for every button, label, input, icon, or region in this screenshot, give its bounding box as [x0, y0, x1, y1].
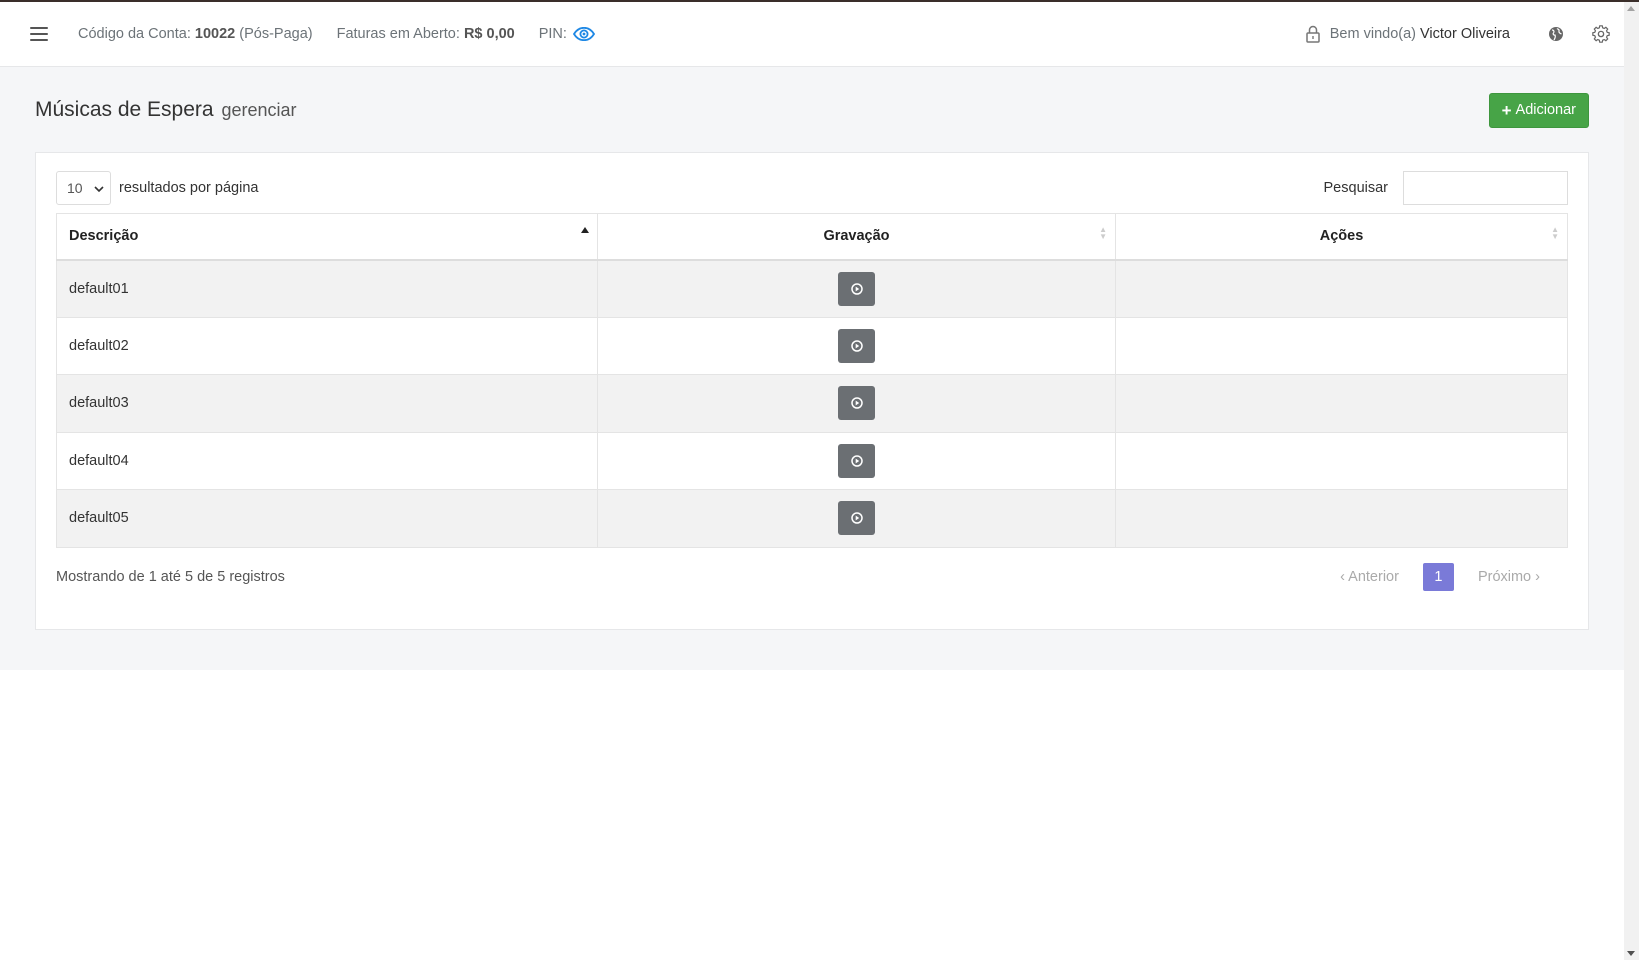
plus-icon: + [1501, 100, 1512, 120]
add-button-label: Adicionar [1515, 102, 1576, 118]
column-header-descricao[interactable]: Descrição [56, 213, 598, 261]
table-row: default03 [56, 374, 1568, 433]
column-header-acoes[interactable]: Ações ▲ ▼ [1115, 213, 1568, 261]
play-button[interactable] [838, 328, 875, 363]
navbar-right: Bem vindo(a) Victor Oliveira [1306, 2, 1624, 66]
play-icon [850, 340, 863, 352]
cell-descricao: default03 [56, 374, 598, 433]
play-icon [850, 512, 863, 524]
invoices-value: R$ 0,00 [463, 26, 515, 42]
play-icon [850, 397, 863, 409]
lock-icon [1306, 25, 1320, 43]
column-header-gravacao[interactable]: Gravação ▲ ▼ [597, 213, 1116, 261]
pagination-page-current[interactable]: 1 [1422, 562, 1454, 591]
cell-gravacao [597, 317, 1116, 375]
play-button[interactable] [838, 501, 875, 536]
cell-gravacao [597, 489, 1116, 548]
table-row: default05 [56, 489, 1568, 548]
gear-icon[interactable] [1592, 25, 1610, 43]
user-name[interactable]: Victor Oliveira [1420, 26, 1510, 42]
pagination-next-label: Próximo [1477, 568, 1532, 585]
table-row: default02 [56, 317, 1568, 375]
cell-gravacao [597, 259, 1116, 318]
eye-icon[interactable] [572, 27, 595, 41]
music-table: Descrição Gravação ▲ ▼ Ações ▲ ▼ default… [56, 213, 1568, 548]
table-panel: 10 resultados por página Pesquisar Descr… [35, 152, 1589, 630]
play-button[interactable] [838, 271, 875, 306]
cell-gravacao [597, 432, 1116, 490]
table-row: default04 [56, 432, 1568, 490]
chevron-right-icon: › [1535, 568, 1540, 585]
page-length-label: resultados por página [119, 180, 259, 196]
page-subtitle: gerenciar [221, 99, 297, 120]
column-label: Ações [1319, 228, 1364, 245]
scroll-down-arrow[interactable] [1627, 951, 1635, 956]
page-length-value: 10 [67, 180, 83, 196]
column-label: Gravação [823, 228, 890, 245]
account-code: 10022 [194, 26, 236, 42]
account-info: Código da Conta: 10022 (Pós-Paga) [78, 26, 313, 42]
play-icon [850, 455, 863, 467]
cell-acoes [1115, 317, 1568, 375]
page-title-text: Músicas de Espera [35, 97, 214, 121]
search-label: Pesquisar [1323, 180, 1388, 196]
sort-icon: ▲ ▼ [1099, 225, 1107, 241]
cell-descricao: default02 [56, 317, 598, 375]
table-footer: Mostrando de 1 até 5 de 5 registros ‹ An… [56, 548, 1568, 606]
page-header: Músicas de Espera gerenciar + Adicionar [35, 67, 1589, 152]
page-viewport: Código da Conta: 10022 (Pós-Paga) Fatura… [0, 2, 1624, 960]
cell-descricao: default01 [56, 259, 598, 318]
cell-gravacao [597, 374, 1116, 433]
scroll-up-arrow[interactable] [1627, 6, 1635, 11]
play-icon [850, 282, 863, 295]
column-label: Descrição [69, 228, 139, 245]
cell-acoes [1115, 374, 1568, 433]
hamburger-icon[interactable] [30, 27, 48, 41]
chevron-left-icon: ‹ [1340, 568, 1345, 585]
account-type: (Pós-Paga) [239, 26, 313, 42]
play-button[interactable] [838, 386, 875, 421]
pagination-prev-label: Anterior [1348, 568, 1399, 585]
sort-ascending-icon [581, 227, 589, 233]
chevron-down-icon [94, 180, 104, 196]
cell-descricao: default04 [56, 432, 598, 490]
pin-display: PIN: [539, 26, 595, 42]
pin-label: PIN: [538, 26, 567, 42]
globe-icon[interactable] [1548, 26, 1564, 42]
top-navbar: Código da Conta: 10022 (Pós-Paga) Fatura… [0, 2, 1624, 67]
invoices-label: Faturas em Aberto: [336, 26, 460, 42]
page-length-control: 10 resultados por página [56, 171, 258, 205]
sort-icon: ▲ ▼ [1551, 225, 1559, 241]
add-button[interactable]: + Adicionar [1488, 92, 1589, 128]
cell-acoes [1115, 259, 1568, 318]
pagination-prev[interactable]: ‹ Anterior [1330, 569, 1409, 585]
account-label: Código da Conta: [78, 26, 191, 42]
table-controls: 10 resultados por página Pesquisar [56, 171, 1568, 205]
cell-acoes [1115, 432, 1568, 490]
vertical-scrollbar[interactable] [1624, 2, 1639, 960]
open-invoices: Faturas em Aberto: R$ 0,00 [337, 26, 515, 42]
search-input[interactable] [1403, 171, 1568, 205]
cell-descricao: default05 [56, 489, 598, 548]
table-header-row: Descrição Gravação ▲ ▼ Ações ▲ ▼ [56, 213, 1568, 261]
welcome-message: Bem vindo(a) Victor Oliveira [1330, 26, 1510, 42]
pagination: ‹ Anterior 1 Próximo › [1330, 562, 1550, 591]
play-button[interactable] [838, 443, 875, 478]
page-title: Músicas de Espera gerenciar [35, 98, 296, 122]
table-info: Mostrando de 1 até 5 de 5 registros [56, 568, 285, 585]
main-content: Músicas de Espera gerenciar + Adicionar … [0, 67, 1624, 670]
page-length-select[interactable]: 10 [56, 171, 111, 205]
welcome-label: Bem vindo(a) [1329, 26, 1416, 42]
table-row: default01 [56, 259, 1568, 318]
pagination-next[interactable]: Próximo › [1468, 569, 1550, 585]
search-control: Pesquisar [1324, 171, 1568, 205]
cell-acoes [1115, 489, 1568, 548]
